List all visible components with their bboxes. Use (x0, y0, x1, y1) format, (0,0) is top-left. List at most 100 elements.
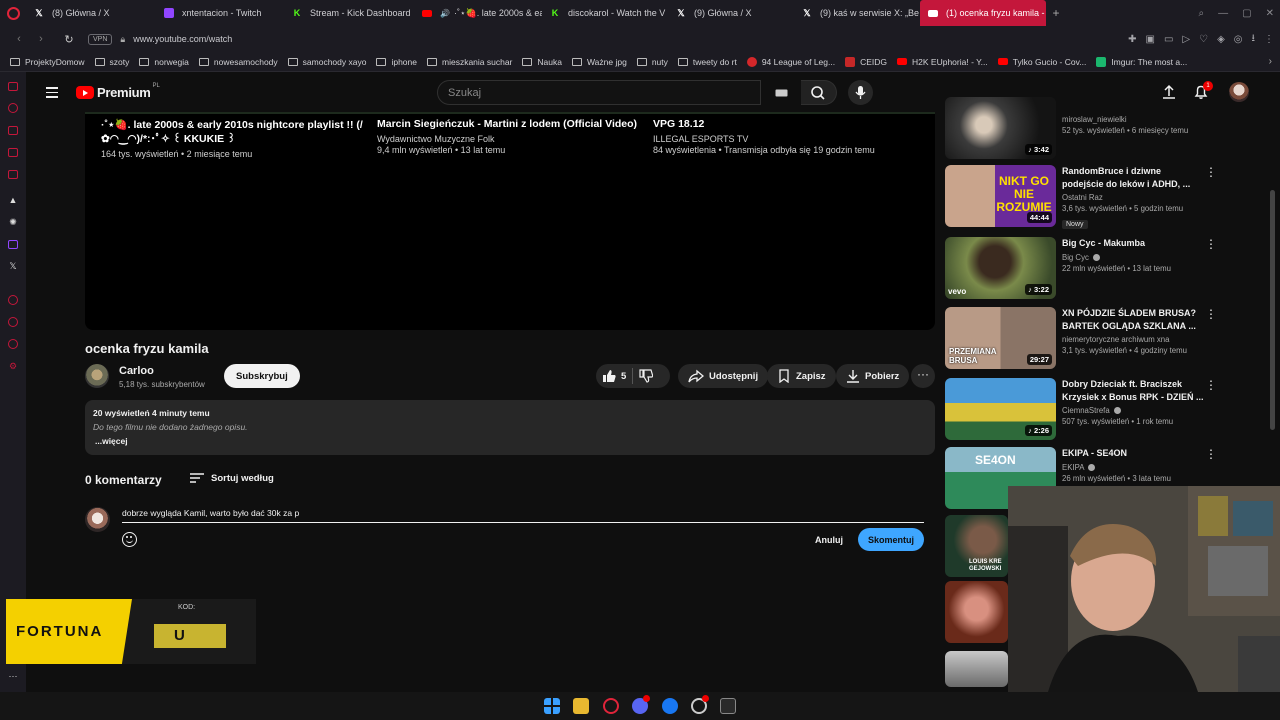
url-field[interactable]: www.youtube.com/watch (133, 34, 232, 44)
download-button[interactable]: Pobierz (836, 364, 910, 388)
heart-icon[interactable]: ♡ (1199, 34, 1208, 45)
new-tab-plus-icon[interactable]: + (1046, 6, 1066, 20)
bookmark-projektydomow[interactable]: ProjektyDomow (10, 57, 85, 67)
search-button[interactable] (801, 80, 837, 105)
sort-comments-button[interactable]: Sortuj według (189, 472, 274, 484)
wallet-icon[interactable] (7, 80, 19, 92)
windows-start-icon[interactable] (544, 698, 560, 714)
tab-x-home-1[interactable]: 𝕏 (8) Główna / X (26, 0, 156, 26)
bookmark-imgur[interactable]: Imgur: The most a... (1096, 56, 1187, 67)
opera-logo-icon[interactable] (7, 54, 19, 66)
briefcase-icon[interactable] (7, 124, 19, 136)
lock-check-icon[interactable]: ◎ (1234, 34, 1243, 45)
endcard-video-1[interactable]: ·˚⋆🍓. late 2000s & early 2010s nightcore… (101, 118, 371, 159)
options-kebab-icon[interactable]: ⋮ (1205, 307, 1217, 321)
close-icon[interactable]: ✕ (1266, 8, 1274, 19)
emoji-icon[interactable] (122, 532, 137, 547)
reload-icon[interactable]: ↻ (60, 33, 78, 46)
page-scrollbar[interactable] (1270, 190, 1275, 430)
settings-gear-icon[interactable]: ⚙ (7, 360, 19, 372)
messenger-icon[interactable] (7, 146, 19, 158)
show-more-link[interactable]: ...więcej (95, 436, 927, 446)
tab-x-post[interactable]: 𝕏 (9) kaś w serwisie X: „Be (794, 0, 920, 26)
pin-icon[interactable]: ✚ (1128, 34, 1136, 45)
bookmark-nowesamochody[interactable]: nowesamochody (198, 57, 278, 67)
account-avatar[interactable] (1229, 82, 1249, 102)
description-box[interactable]: 20 wyświetleń 4 minuty temu Do tego film… (85, 400, 935, 455)
recommendation-thumbnail[interactable]: NIKT GO NIE ROZUMIE 44:44 (945, 165, 1056, 227)
dislike-button[interactable] (639, 369, 658, 383)
snapshot-icon[interactable]: ▣ (1145, 34, 1154, 45)
menu-icon[interactable]: ⋮ (1264, 34, 1274, 45)
voice-search-button[interactable] (848, 80, 873, 105)
bookmark-tweety-do-rt[interactable]: tweety do rt (677, 57, 737, 67)
like-button[interactable]: 5 (596, 369, 626, 383)
recommendation-thumbnail[interactable]: ♪ 2:26 (945, 378, 1056, 440)
bookmark-ceidg[interactable]: CEIDG (845, 56, 887, 67)
bookmark-szoty[interactable]: szoty (94, 57, 129, 67)
timer-icon[interactable] (7, 316, 19, 328)
extensions-icon[interactable]: ◈ (1217, 34, 1225, 45)
bookmarks-overflow-icon[interactable]: › (1269, 56, 1272, 67)
history-icon[interactable] (7, 102, 19, 114)
options-kebab-icon[interactable]: ⋮ (1205, 378, 1217, 392)
recommendation-thumbnail[interactable]: vevo ♪ 3:22 (945, 237, 1056, 299)
upload-icon[interactable] (1161, 84, 1177, 100)
share-button[interactable]: Udostępnij (678, 364, 769, 388)
options-kebab-icon[interactable]: ⋮ (1205, 237, 1217, 251)
bookmark-nauka[interactable]: Nauka (522, 57, 562, 67)
forward-icon[interactable]: › (32, 33, 50, 45)
file-explorer-icon[interactable] (573, 698, 589, 714)
clock-icon[interactable] (7, 294, 19, 306)
vpn-badge[interactable]: VPN (88, 33, 113, 45)
tab-kick-discokarol[interactable]: K discokarol - Watch the V (542, 0, 668, 26)
x-logo-icon[interactable]: 𝕏 (7, 260, 19, 272)
tab-twitch[interactable]: xntentacion - Twitch (156, 0, 284, 26)
recommendation-thumbnail[interactable] (945, 651, 1008, 687)
comment-input[interactable]: dobrze wygląda Kamil, warto było dać 30k… (122, 505, 924, 523)
video-player[interactable]: ·˚⋆🍓. late 2000s & early 2010s nightcore… (85, 112, 935, 330)
bookmark-nuty[interactable]: nuty (636, 57, 668, 67)
tab-youtube-playlist[interactable]: 🔊 ·˚⋆🍓. late 2000s & ear (414, 0, 542, 26)
twitch-icon[interactable] (7, 238, 19, 250)
more-actions-icon[interactable]: ··· (911, 364, 935, 388)
aria-icon[interactable]: ▲ (7, 194, 19, 206)
cast-icon[interactable]: ▭ (1164, 34, 1173, 45)
bookmark-iphone[interactable]: iphone (376, 57, 417, 67)
keyboard-icon[interactable] (775, 89, 788, 97)
recommendation-thumbnail[interactable] (945, 581, 1008, 643)
bookmark-h2k-euphoria[interactable]: H2K EUphoria! - Y... (897, 57, 988, 67)
shield-icon[interactable] (7, 338, 19, 350)
youtube-premium-logo[interactable]: Premium PL (76, 83, 160, 100)
opera-gx-icon[interactable] (603, 698, 619, 714)
hamburger-menu-icon[interactable] (46, 87, 58, 101)
mail-icon[interactable] (7, 168, 19, 180)
chatgpt-icon[interactable]: ✺ (7, 216, 19, 228)
search-tabs-icon[interactable]: ⌕ (1199, 8, 1205, 19)
submit-comment-button[interactable]: Skomentuj (858, 528, 925, 551)
sidebar-more-icon[interactable]: ··· (7, 670, 19, 682)
opera-logo-icon[interactable] (0, 0, 26, 26)
minimize-icon[interactable]: — (1218, 8, 1228, 19)
bookmark-league-of-legends[interactable]: 94 League of Leg... (746, 56, 835, 67)
facebook-icon[interactable] (662, 698, 678, 714)
bookmark-mieszkania-suchar[interactable]: mieszkania suchar (427, 57, 512, 67)
endcard-video-3[interactable]: VPG 18.12 ILLEGAL ESPORTS TV 84 wyświetl… (653, 118, 923, 155)
recommendation-thumbnail[interactable]: PRZEMIANA BRUSA 29:27 (945, 307, 1056, 369)
tab-x-home-2[interactable]: 𝕏 (9) Główna / X (668, 0, 794, 26)
bookmark-tylko-gucio[interactable]: Tylko Gucio - Cov... (997, 57, 1086, 67)
tab-youtube-active[interactable]: (1) ocenka fryzu kamila - (920, 0, 1046, 26)
download-icon[interactable]: ⭳ (1252, 31, 1256, 48)
bookmark-norwegia[interactable]: norwegia (139, 57, 189, 67)
options-kebab-icon[interactable]: ⋮ (1205, 447, 1217, 461)
tab-kick-dashboard[interactable]: K Stream - Kick Dashboard (284, 0, 414, 26)
subscribe-button[interactable]: Subskrybuj (224, 364, 300, 388)
play-icon[interactable]: ▷ (1182, 34, 1190, 45)
search-input[interactable] (438, 81, 738, 104)
channel-avatar[interactable] (85, 364, 109, 388)
maximize-icon[interactable]: ▢ (1242, 8, 1251, 19)
channel-name[interactable]: Carloo (119, 365, 154, 377)
bookmark-wazne-jpg[interactable]: Ważne jpg (571, 57, 627, 67)
terminal-icon[interactable] (720, 698, 736, 714)
back-icon[interactable]: ‹ (10, 33, 28, 45)
